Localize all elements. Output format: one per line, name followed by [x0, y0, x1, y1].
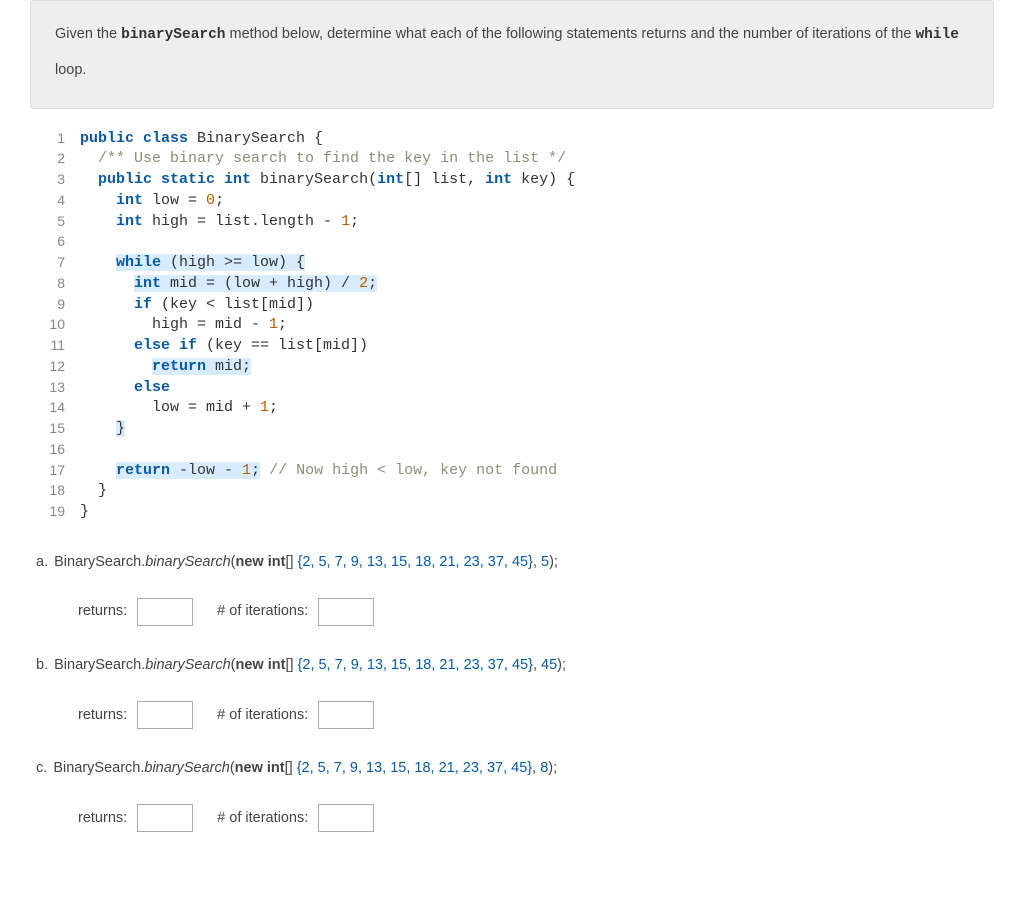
returns-input[interactable]	[137, 701, 193, 729]
prompt-text-suffix: loop.	[55, 62, 86, 78]
prompt-text-mid: method below, determine what each of the…	[226, 26, 916, 42]
question-call: c. BinarySearch.binarySearch(new int[] {…	[36, 757, 988, 780]
call-class: BinarySearch.	[54, 554, 145, 570]
iterations-input[interactable]	[318, 598, 374, 626]
iterations-input[interactable]	[318, 701, 374, 729]
prompt-code-binarysearch: binarySearch	[121, 27, 225, 43]
question-letter: b.	[36, 657, 48, 673]
call-method: binarySearch	[145, 657, 230, 673]
call-class: BinarySearch.	[53, 760, 144, 776]
call-class: BinarySearch.	[54, 657, 145, 673]
call-brackets: []	[285, 657, 293, 673]
question-item: b. BinarySearch.binarySearch(new int[] {…	[36, 654, 988, 729]
iterations-label: # of iterations:	[217, 600, 308, 623]
question-prompt: Given the binarySearch method below, det…	[30, 0, 994, 109]
returns-label: returns:	[78, 807, 127, 830]
returns-label: returns:	[78, 600, 127, 623]
call-brackets: []	[285, 554, 293, 570]
answer-row: returns: # of iterations:	[78, 598, 988, 626]
call-key: 45	[541, 657, 557, 673]
call-new-int: new int	[235, 554, 285, 570]
question-call: b. BinarySearch.binarySearch(new int[] {…	[36, 654, 988, 677]
code-listing: 1public class BinarySearch { 2 /** Use b…	[36, 129, 1024, 523]
returns-input[interactable]	[137, 804, 193, 832]
iterations-label: # of iterations:	[217, 704, 308, 727]
call-method: binarySearch	[145, 554, 230, 570]
prompt-text-prefix: Given the	[55, 26, 121, 42]
question-call: a. BinarySearch.binarySearch(new int[] {…	[36, 551, 988, 574]
call-array: {2, 5, 7, 9, 13, 15, 18, 21, 23, 37, 45}	[298, 657, 533, 673]
call-brackets: []	[285, 760, 293, 776]
returns-input[interactable]	[137, 598, 193, 626]
returns-label: returns:	[78, 704, 127, 727]
call-method: binarySearch	[144, 760, 229, 776]
answer-row: returns: # of iterations:	[78, 701, 988, 729]
iterations-input[interactable]	[318, 804, 374, 832]
answer-row: returns: # of iterations:	[78, 804, 988, 832]
prompt-code-while: while	[915, 27, 959, 43]
call-new-int: new int	[235, 760, 285, 776]
call-new-int: new int	[235, 657, 285, 673]
call-array: {2, 5, 7, 9, 13, 15, 18, 21, 23, 37, 45}	[298, 554, 533, 570]
call-key: 8	[540, 760, 548, 776]
question-item: a. BinarySearch.binarySearch(new int[] {…	[36, 551, 988, 626]
question-letter: c.	[36, 760, 47, 776]
call-array: {2, 5, 7, 9, 13, 15, 18, 21, 23, 37, 45}	[297, 760, 532, 776]
question-letter: a.	[36, 554, 48, 570]
iterations-label: # of iterations:	[217, 807, 308, 830]
call-key: 5	[541, 554, 549, 570]
question-item: c. BinarySearch.binarySearch(new int[] {…	[36, 757, 988, 832]
